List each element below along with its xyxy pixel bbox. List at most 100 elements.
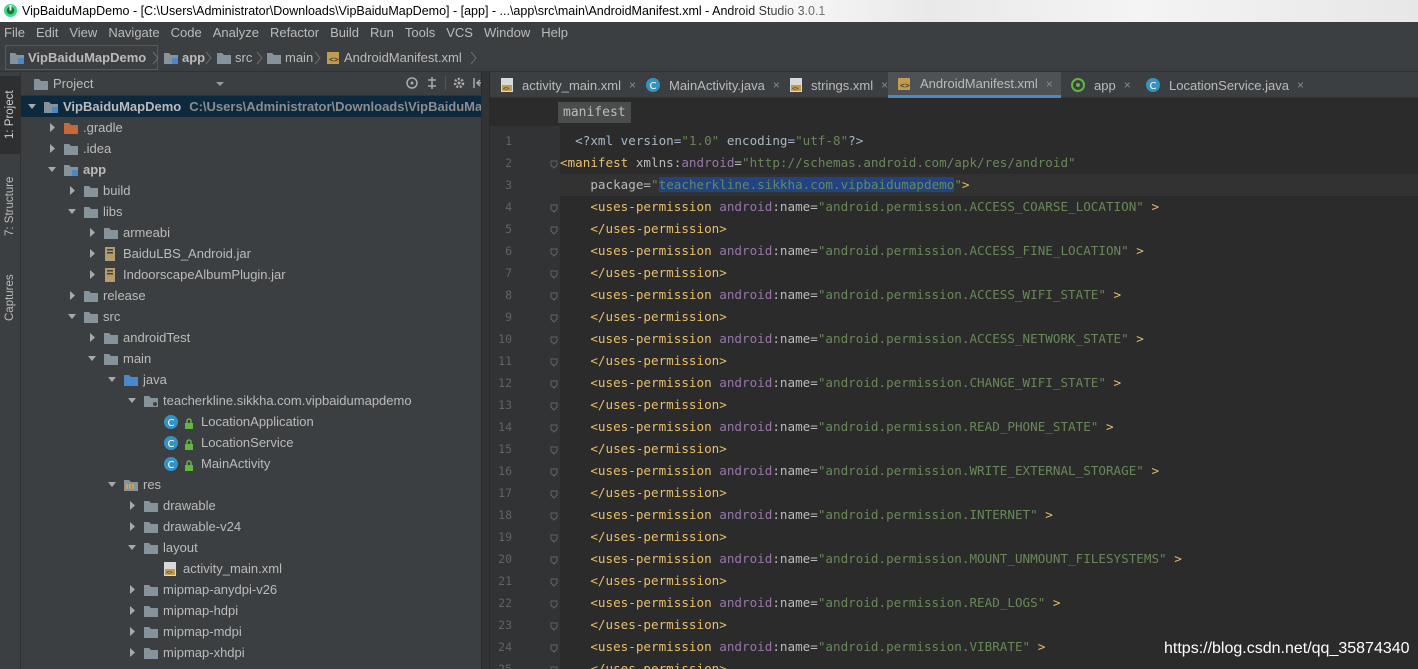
fold-marker-icon[interactable] [549, 334, 559, 345]
tree-item[interactable]: main [21, 348, 490, 369]
close-icon[interactable]: × [773, 73, 780, 98]
menu-item-view[interactable]: View [69, 25, 97, 40]
close-icon[interactable]: × [1297, 73, 1304, 98]
nav-src[interactable]: src [216, 49, 252, 67]
tree-item[interactable]: release [21, 285, 490, 306]
tab-androidmanifest-xml[interactable]: <> AndroidManifest.xml × [888, 72, 1061, 98]
menu-item-build[interactable]: Build [330, 25, 359, 40]
fold-marker-icon[interactable] [549, 488, 559, 499]
tree-item[interactable]: <> activity_main.xml [21, 558, 490, 579]
tree-item[interactable]: build [21, 180, 490, 201]
tab-app[interactable]: app × [1062, 72, 1139, 98]
tree-item[interactable]: IndoorscapeAlbumPlugin.jar [21, 264, 490, 285]
tree-item[interactable]: drawable [21, 495, 490, 516]
chevron-right-icon[interactable] [87, 243, 97, 264]
chevron-right-icon[interactable] [67, 285, 77, 306]
fold-marker-icon[interactable] [549, 510, 559, 521]
fold-marker-icon[interactable] [549, 202, 559, 213]
nav-module[interactable]: app [163, 49, 205, 67]
chevron-right-icon[interactable] [87, 327, 97, 348]
tool-tab-project[interactable]: 1: Project [0, 76, 21, 154]
tree-item[interactable]: C LocationApplication [21, 411, 490, 432]
fold-marker-icon[interactable] [549, 642, 559, 653]
chevron-right-icon[interactable] [127, 621, 137, 642]
chevron-right-icon[interactable] [127, 642, 137, 663]
menu-item-code[interactable]: Code [171, 25, 202, 40]
tree-item[interactable]: C LocationService [21, 432, 490, 453]
fold-marker-icon[interactable] [549, 312, 559, 323]
code-editor[interactable]: <?xml version="1.0" encoding="utf-8"?> <m… [560, 126, 1418, 669]
tree-item[interactable]: res [21, 474, 490, 495]
chevron-down-icon[interactable] [87, 348, 97, 369]
fold-marker-icon[interactable] [549, 554, 559, 565]
chevron-right-icon[interactable] [47, 138, 57, 159]
fold-marker-icon[interactable] [549, 400, 559, 411]
panel-splitter[interactable] [481, 72, 490, 669]
fold-marker-icon[interactable] [549, 268, 559, 279]
chevron-right-icon[interactable] [67, 180, 77, 201]
tree-item[interactable]: armeabi [21, 222, 490, 243]
chevron-right-icon[interactable] [127, 600, 137, 621]
tree-item[interactable]: androidTest [21, 327, 490, 348]
chevron-right-icon[interactable] [87, 222, 97, 243]
chevron-down-icon[interactable] [107, 474, 117, 495]
chevron-right-icon[interactable] [127, 516, 137, 537]
menu-item-navigate[interactable]: Navigate [108, 25, 159, 40]
chevron-right-icon[interactable] [127, 495, 137, 516]
tab-locationservice-java[interactable]: C LocationService.java × [1137, 72, 1312, 98]
chevron-down-icon[interactable] [67, 306, 77, 327]
chevron-down-icon[interactable] [107, 369, 117, 390]
fold-marker-icon[interactable] [549, 620, 559, 631]
tab-strings-xml[interactable]: <> strings.xml × [781, 72, 896, 98]
tree-item[interactable]: .idea [21, 138, 490, 159]
menu-item-analyze[interactable]: Analyze [213, 25, 259, 40]
fold-marker-icon[interactable] [549, 576, 559, 587]
project-view-selector[interactable]: Project [33, 72, 225, 96]
menu-item-help[interactable]: Help [541, 25, 568, 40]
tab-mainactivity-java[interactable]: C MainActivity.java × [637, 72, 788, 98]
tree-item[interactable]: src [21, 306, 490, 327]
tool-tab-captures[interactable]: Captures [0, 262, 21, 334]
breadcrumb-manifest-tag[interactable]: manifest [558, 102, 631, 123]
tree-item[interactable]: mipmap-anydpi-v26 [21, 579, 490, 600]
chevron-down-icon[interactable] [127, 390, 137, 411]
fold-marker-icon[interactable] [549, 466, 559, 477]
tree-item[interactable]: teacherkline.sikkha.com.vipbaidumapdemo [21, 390, 490, 411]
tree-item[interactable]: app [21, 159, 490, 180]
tree-item[interactable]: mipmap-mdpi [21, 621, 490, 642]
menu-item-run[interactable]: Run [370, 25, 394, 40]
fold-marker-icon[interactable] [549, 224, 559, 235]
tree-item[interactable]: layout [21, 537, 490, 558]
fold-marker-icon[interactable] [549, 422, 559, 433]
chevron-down-icon[interactable] [47, 159, 57, 180]
tree-item[interactable]: BaiduLBS_Android.jar [21, 243, 490, 264]
tree-item[interactable]: C MainActivity [21, 453, 490, 474]
collapse-all-icon[interactable] [425, 76, 439, 90]
fold-marker-icon[interactable] [549, 598, 559, 609]
fold-marker-icon[interactable] [549, 290, 559, 301]
tree-item[interactable]: VipBaiduMapDemo C:\Users\Administrator\Do… [21, 96, 490, 117]
nav-main[interactable]: main [266, 49, 313, 67]
tree-item[interactable]: libs [21, 201, 490, 222]
tree-item[interactable]: mipmap-hdpi [21, 600, 490, 621]
close-icon[interactable]: × [1124, 73, 1131, 98]
chevron-down-icon[interactable] [67, 201, 77, 222]
close-icon[interactable]: × [629, 73, 636, 98]
menu-item-refactor[interactable]: Refactor [270, 25, 319, 40]
locate-icon[interactable] [405, 76, 419, 90]
tree-item[interactable]: .gradle [21, 117, 490, 138]
menu-item-file[interactable]: File [4, 25, 25, 40]
menu-item-vcs[interactable]: VCS [446, 25, 473, 40]
fold-marker-icon[interactable] [549, 532, 559, 543]
chevron-right-icon[interactable] [47, 117, 57, 138]
tree-item[interactable]: drawable-v24 [21, 516, 490, 537]
fold-marker-icon[interactable] [549, 158, 559, 169]
tree-item[interactable]: java [21, 369, 490, 390]
tree-item[interactable]: mipmap-xhdpi [21, 642, 490, 663]
tool-tab-structure[interactable]: 7: Structure [0, 166, 21, 246]
fold-marker-icon[interactable] [549, 356, 559, 367]
nav-project[interactable]: VipBaiduMapDemo [9, 49, 146, 67]
fold-marker-icon[interactable] [549, 664, 559, 669]
fold-marker-icon[interactable] [549, 246, 559, 257]
chevron-right-icon[interactable] [127, 579, 137, 600]
